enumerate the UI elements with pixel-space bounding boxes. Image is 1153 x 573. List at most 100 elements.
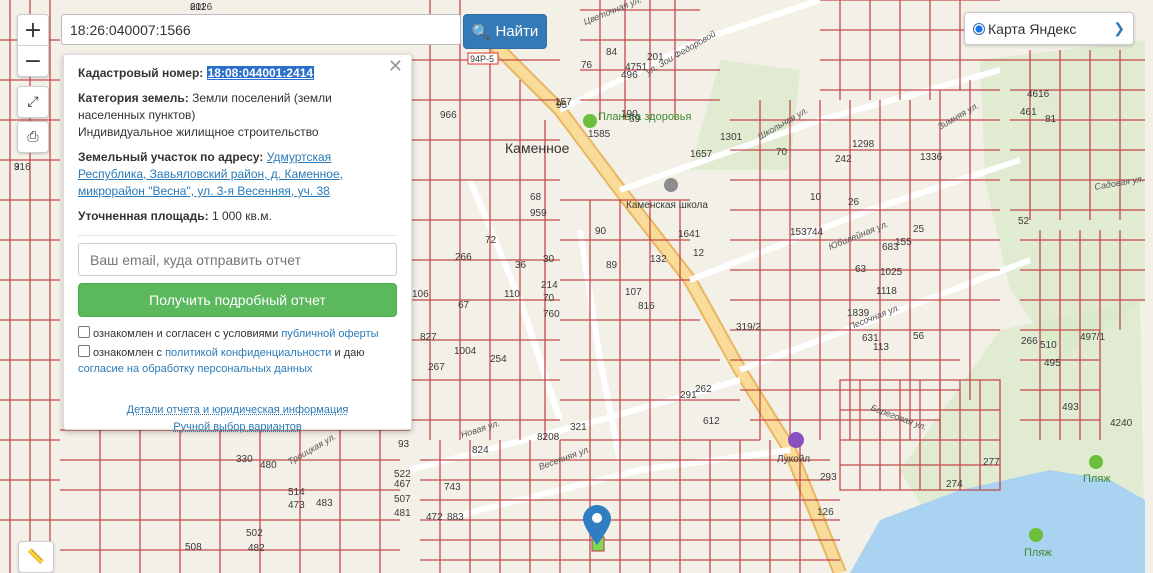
close-icon[interactable]: ✕ bbox=[388, 58, 403, 76]
search-input[interactable] bbox=[61, 14, 461, 45]
radio-selected-icon bbox=[973, 22, 985, 35]
parcel-number-label: 266 bbox=[455, 252, 472, 263]
parcel-number-label: 4240 bbox=[1110, 418, 1133, 429]
clinic-label: Планета здоровья bbox=[598, 111, 692, 123]
cadastral-row: Кадастровый номер: 18:08:044001:2414 bbox=[78, 65, 397, 82]
consent-privacy-text: ознакомлен с bbox=[93, 347, 163, 359]
email-field[interactable] bbox=[78, 243, 397, 276]
parcel-number-label: 262 bbox=[695, 384, 712, 395]
parcel-number-label: 44 bbox=[812, 227, 824, 238]
search-button[interactable]: 🔍 Найти bbox=[463, 14, 547, 49]
parcel-number-label: 1537 bbox=[790, 227, 813, 238]
get-report-button[interactable]: Получить подробный отчет bbox=[78, 283, 397, 317]
manual-selection-link[interactable]: Ручной выбор вариантов bbox=[173, 421, 301, 433]
parcel-number-label: 1118 bbox=[876, 286, 897, 297]
parcel-number-label: 510 bbox=[1040, 340, 1057, 351]
cadastral-number[interactable]: 18:08:044001:2414 bbox=[206, 66, 315, 80]
parcel-number-label: 110 bbox=[504, 289, 520, 300]
parcel-number-label: 1641 bbox=[678, 229, 701, 240]
parcel-number-label: 760 bbox=[543, 309, 560, 320]
beach-icon[interactable] bbox=[1029, 528, 1043, 542]
parcel-number-label: 514 bbox=[288, 487, 305, 498]
zoom-in-button[interactable]: + bbox=[17, 14, 49, 46]
consent-offer-checkbox[interactable] bbox=[78, 326, 90, 338]
parcel-number-label: 67 bbox=[458, 300, 470, 311]
privacy-policy-link[interactable]: политикой конфиденциальности bbox=[165, 347, 331, 359]
parcel-number-label: 8208 bbox=[537, 432, 560, 443]
parcel-number-label: 1585 bbox=[588, 129, 611, 140]
parcel-number-label: 214 bbox=[541, 280, 558, 291]
chevron-down-icon: ❯ bbox=[1113, 20, 1125, 36]
parcel-number-label: 36 bbox=[515, 260, 527, 271]
parcel-number-label: 508 bbox=[185, 542, 202, 553]
parcel-number-label: 321 bbox=[570, 422, 587, 433]
personal-data-consent-link[interactable]: согласие на обработку персональных данны… bbox=[78, 363, 312, 375]
manual-link-row: Ручной выбор вариантов bbox=[78, 419, 397, 436]
parcel-number-label: 495 bbox=[1044, 358, 1061, 369]
parcel-number-label: 93 bbox=[398, 439, 410, 450]
parcel-number-label: 201 bbox=[647, 52, 664, 63]
parcel-number-label: 70 bbox=[776, 147, 788, 158]
parcel-number-label: 266 bbox=[1021, 336, 1038, 347]
parcel-number-label: 113 bbox=[873, 342, 889, 353]
parcel-number-label: 482 bbox=[248, 543, 265, 554]
ruler-icon[interactable]: 📏 bbox=[18, 541, 54, 573]
zoom-out-button[interactable]: − bbox=[17, 45, 49, 77]
parcel-number-label: 612 bbox=[703, 416, 720, 427]
parcel-number-label: 95 bbox=[556, 100, 568, 111]
beach-icon[interactable] bbox=[1089, 455, 1103, 469]
parcel-number-label: 26 bbox=[848, 197, 860, 208]
parcel-number-label: 242 bbox=[835, 154, 852, 165]
parcel-number-label: 25 bbox=[913, 224, 925, 235]
parcel-number-label: 126 bbox=[817, 507, 834, 518]
parcel-info-popup: ✕ Кадастровый номер: 18:08:044001:2414 К… bbox=[63, 54, 412, 433]
parcel-number-label: 1657 bbox=[690, 149, 713, 160]
parcel-number-label: 483 bbox=[316, 498, 333, 509]
parcel-number-label: 274 bbox=[946, 479, 963, 490]
parcel-number-label: 319/2 bbox=[736, 322, 761, 333]
search-icon: 🔍 bbox=[471, 23, 491, 41]
school-label: Каменская школа bbox=[626, 200, 708, 211]
consent-privacy-checkbox[interactable] bbox=[78, 345, 90, 357]
map-layer-select[interactable]: Карта Яндекс ❯ bbox=[964, 12, 1134, 45]
consent-offer-text: ознакомлен и согласен с условиями bbox=[93, 328, 279, 340]
parcel-number-label: 4616 bbox=[1027, 89, 1050, 100]
clinic-icon[interactable] bbox=[583, 114, 597, 128]
parcel-number-label: 467 bbox=[394, 479, 411, 490]
parcel-number-label: 472 bbox=[426, 512, 443, 523]
parcel-number-label: 277 bbox=[983, 457, 1000, 468]
parcel-number-label: 481 bbox=[394, 508, 411, 519]
parcel-number-label: 56 bbox=[913, 331, 925, 342]
parcel-number-label: 3 bbox=[14, 162, 20, 173]
fuel-icon[interactable] bbox=[788, 432, 804, 448]
parcel-number-label: 502 bbox=[246, 528, 263, 539]
print-icon[interactable]: ⎙ bbox=[17, 121, 49, 153]
parcel-number-label: 291 bbox=[680, 390, 697, 401]
report-details-link[interactable]: Детали отчета и юридическая информация bbox=[127, 404, 349, 416]
parcel-number-label: 293 bbox=[820, 472, 837, 483]
divider bbox=[78, 235, 397, 236]
parcel-number-label: 1336 bbox=[920, 152, 943, 163]
beach-label-2: Пляж bbox=[1024, 547, 1052, 559]
parcel-number-label: 480 bbox=[260, 460, 277, 471]
road-label: 94Р-5 bbox=[470, 54, 494, 64]
parcel-number-label: 12 bbox=[693, 248, 705, 259]
public-offer-link[interactable]: публичной оферты bbox=[281, 328, 378, 340]
parcel-number-label: 816 bbox=[638, 301, 655, 312]
school-icon[interactable] bbox=[664, 178, 678, 192]
category-label: Категория земель: bbox=[78, 91, 189, 105]
parcel-number-label: 267 bbox=[428, 362, 445, 373]
address-label: Земельный участок по адресу: bbox=[78, 150, 264, 164]
fullscreen-icon[interactable]: ⤢ bbox=[17, 86, 49, 118]
parcel-number-label: 1004 bbox=[454, 346, 477, 357]
parcel-number-label: 84 bbox=[606, 47, 618, 58]
consent-and-text: и даю bbox=[334, 347, 365, 359]
parcel-number-label: 1839 bbox=[847, 308, 870, 319]
parcel-number-label: 883 bbox=[447, 512, 464, 523]
parcel-number-label: 52 bbox=[1018, 216, 1030, 227]
area-label: Уточненная площадь: bbox=[78, 209, 209, 223]
parcel-number-label: 89 bbox=[606, 260, 618, 271]
parcel-number-label: 330 bbox=[236, 454, 253, 465]
parcel-number-label: 473 bbox=[288, 500, 305, 511]
parcel-number-label: 63 bbox=[855, 264, 867, 275]
